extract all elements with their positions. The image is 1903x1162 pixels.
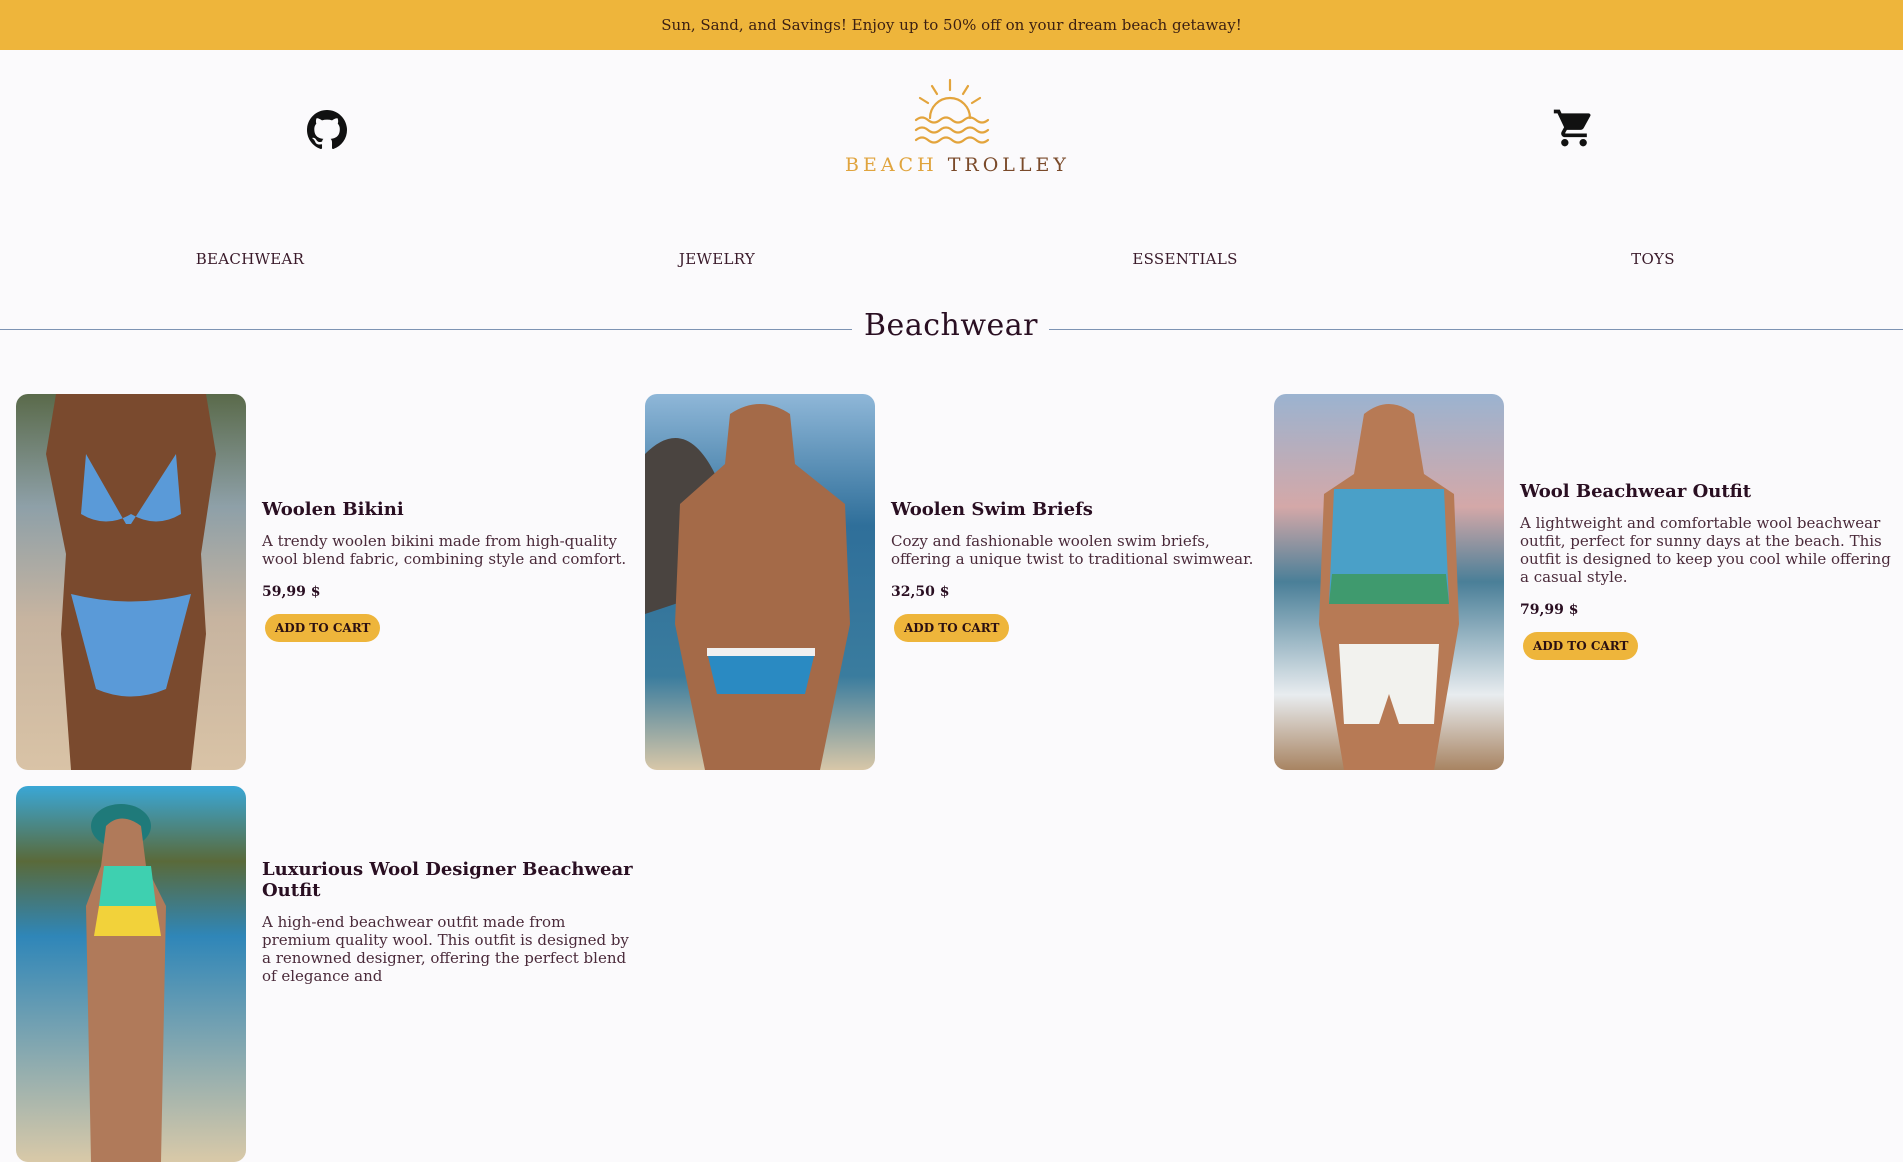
brand-name: BEACH TROLLEY [845, 154, 1066, 176]
product-price: 59,99 $ [262, 584, 321, 600]
product-description: A lightweight and comfortable wool beach… [1520, 514, 1891, 586]
section-header: Beachwear [0, 308, 1903, 348]
nav-item-essentials[interactable]: ESSENTIALS [1085, 250, 1285, 268]
add-to-cart-button[interactable]: ADD TO CART [894, 614, 1010, 642]
cart-icon[interactable] [1552, 106, 1596, 150]
divider-left [0, 329, 852, 330]
product-price: 79,99 $ [1520, 602, 1579, 618]
product-name[interactable]: Wool Beachwear Outfit [1520, 481, 1896, 502]
divider-right [1049, 329, 1903, 330]
product-image[interactable] [16, 786, 246, 1162]
add-to-cart-button[interactable]: ADD TO CART [265, 614, 381, 642]
product-description: A trendy woolen bikini made from high-qu… [262, 532, 627, 568]
product-description: Cozy and fashionable woolen swim briefs,… [891, 532, 1254, 568]
site-header: BEACH TROLLEY [0, 50, 1903, 220]
nav-item-jewelry[interactable]: JEWELRY [617, 250, 817, 268]
product-info: Wool Beachwear Outfit A lightweight and … [1520, 481, 1896, 660]
brand-name-part1: BEACH [845, 154, 938, 176]
github-icon[interactable] [307, 110, 347, 150]
product-info: Woolen Bikini A trendy woolen bikini mad… [262, 499, 638, 642]
nav-item-beachwear[interactable]: BEACHWEAR [150, 250, 350, 268]
product-info: Luxurious Wool Designer Beachwear Outfit… [262, 859, 638, 1001]
product-price: 32,50 $ [891, 584, 950, 600]
product-image[interactable] [16, 394, 246, 770]
promo-banner: Sun, Sand, and Savings! Enjoy up to 50% … [0, 0, 1903, 50]
product-info: Woolen Swim Briefs Cozy and fashionable … [891, 499, 1267, 642]
nav-item-toys[interactable]: TOYS [1553, 250, 1753, 268]
category-nav: BEACHWEAR JEWELRY ESSENTIALS TOYS [0, 250, 1903, 272]
product-name[interactable]: Luxurious Wool Designer Beachwear Outfit [262, 859, 638, 901]
sun-waves-logo-icon [914, 78, 990, 144]
section-title: Beachwear [864, 308, 1038, 343]
brand-name-part2: TROLLEY [947, 154, 1070, 176]
promo-text: Sun, Sand, and Savings! Enjoy up to 50% … [661, 16, 1242, 34]
product-description: A high-end beachwear outfit made from pr… [262, 913, 629, 985]
product-name[interactable]: Woolen Bikini [262, 499, 638, 520]
product-image[interactable] [645, 394, 875, 770]
product-name[interactable]: Woolen Swim Briefs [891, 499, 1267, 520]
add-to-cart-button[interactable]: ADD TO CART [1523, 632, 1639, 660]
brand-logo[interactable]: BEACH TROLLEY [845, 78, 1066, 198]
product-image[interactable] [1274, 394, 1504, 770]
